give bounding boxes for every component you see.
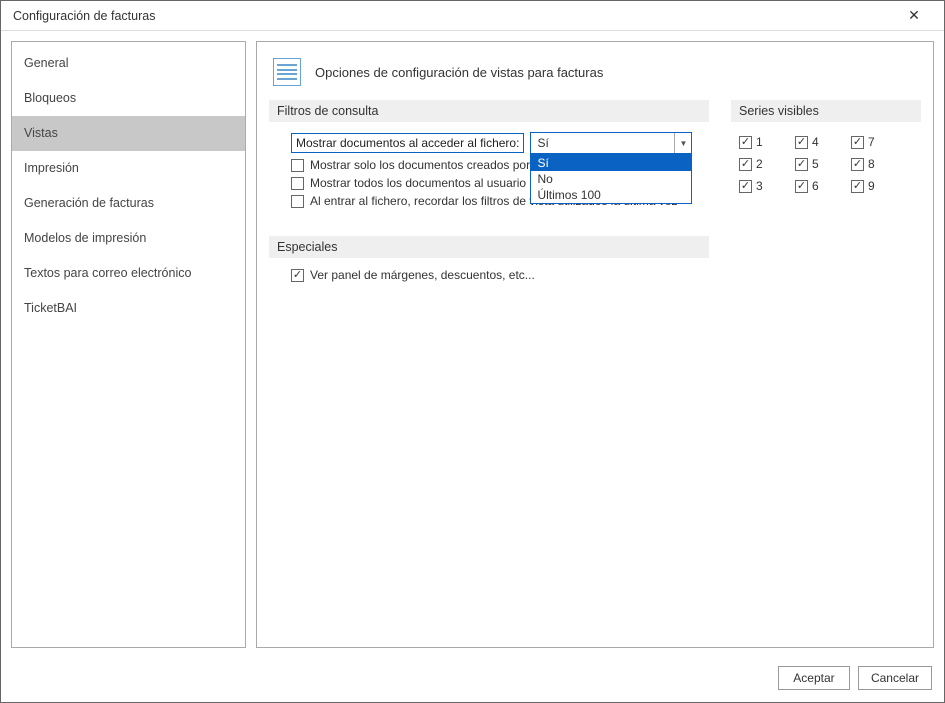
series-checkbox-4[interactable] [795,136,808,149]
series-grid: 1 2 3 4 5 6 7 8 9 [731,132,921,196]
page-header: Opciones de configuración de vistas para… [269,52,921,100]
column-right: Series visibles 1 2 3 4 5 6 7 8 9 [731,100,921,292]
margins-panel-checkbox[interactable] [291,269,304,282]
series-item-1: 1 [739,132,791,152]
specials-block: Ver panel de márgenes, descuentos, etc..… [269,268,709,292]
series-label: 8 [868,157,875,171]
series-label: 6 [812,179,819,193]
show-docs-option-1[interactable]: No [531,171,691,187]
all-to-user-label: Mostrar todos los documentos al usuario [310,176,526,190]
sidebar-item-2[interactable]: Vistas [12,116,245,151]
series-item-7: 7 [851,132,903,152]
sidebar: GeneralBloqueosVistasImpresiónGeneración… [11,41,246,648]
remember-filters-checkbox[interactable] [291,195,304,208]
only-own-checkbox[interactable] [291,159,304,172]
series-checkbox-2[interactable] [739,158,752,171]
series-label: 9 [868,179,875,193]
section-series: Series visibles 1 2 3 4 5 6 7 8 9 [731,100,921,196]
series-checkbox-7[interactable] [851,136,864,149]
series-label: 2 [756,157,763,171]
show-docs-label: Mostrar documentos al acceder al fichero… [291,133,524,153]
chevron-down-icon: ▼ [674,133,691,153]
filters-header: Filtros de consulta [269,100,709,122]
series-item-2: 2 [739,154,791,174]
cancel-button[interactable]: Cancelar [858,666,932,690]
series-item-4: 4 [795,132,847,152]
show-docs-option-2[interactable]: Últimos 100 [531,187,691,203]
margins-panel-row: Ver panel de márgenes, descuentos, etc..… [291,268,699,282]
sidebar-item-3[interactable]: Impresión [12,151,245,186]
series-checkbox-9[interactable] [851,180,864,193]
only-own-label: Mostrar solo los documentos creados por [310,158,530,172]
content-columns: Filtros de consulta Mostrar documentos a… [269,100,921,292]
close-icon[interactable]: ✕ [894,7,934,24]
window-title: Configuración de facturas [13,9,894,23]
sidebar-item-4[interactable]: Generación de facturas [12,186,245,221]
series-item-6: 6 [795,176,847,196]
series-label: 4 [812,135,819,149]
sidebar-item-1[interactable]: Bloqueos [12,81,245,116]
series-label: 1 [756,135,763,149]
dialog-body: GeneralBloqueosVistasImpresiónGeneración… [1,31,944,658]
specials-header: Especiales [269,236,709,258]
document-icon [273,58,301,86]
show-docs-row: Mostrar documentos al acceder al fichero… [291,132,699,154]
sidebar-item-7[interactable]: TicketBAI [12,291,245,326]
accept-button[interactable]: Aceptar [778,666,850,690]
all-to-user-checkbox[interactable] [291,177,304,190]
show-docs-value: Sí [537,136,548,150]
show-docs-option-0[interactable]: Sí [531,155,691,171]
series-label: 5 [812,157,819,171]
series-header: Series visibles [731,100,921,122]
section-filters: Filtros de consulta Mostrar documentos a… [269,100,709,218]
series-checkbox-6[interactable] [795,180,808,193]
series-checkbox-1[interactable] [739,136,752,149]
page-title: Opciones de configuración de vistas para… [315,65,603,80]
margins-panel-label: Ver panel de márgenes, descuentos, etc..… [310,268,535,282]
series-label: 3 [756,179,763,193]
sidebar-item-6[interactable]: Textos para correo electrónico [12,256,245,291]
series-checkbox-3[interactable] [739,180,752,193]
filters-block: Mostrar documentos al acceder al fichero… [269,132,709,218]
series-label: 7 [868,135,875,149]
series-checkbox-5[interactable] [795,158,808,171]
show-docs-dropdown[interactable]: Sí ▼ SíNoÚltimos 100 [530,132,692,154]
dialog-footer: Aceptar Cancelar [1,658,944,702]
column-left: Filtros de consulta Mostrar documentos a… [269,100,709,292]
dialog-window: Configuración de facturas ✕ GeneralBloqu… [0,0,945,703]
series-item-3: 3 [739,176,791,196]
sidebar-item-0[interactable]: General [12,46,245,81]
series-item-5: 5 [795,154,847,174]
section-specials: Especiales Ver panel de márgenes, descue… [269,236,709,292]
titlebar: Configuración de facturas ✕ [1,1,944,31]
series-item-8: 8 [851,154,903,174]
series-item-9: 9 [851,176,903,196]
content-panel: Opciones de configuración de vistas para… [256,41,934,648]
show-docs-dropdown-list: SíNoÚltimos 100 [530,154,692,204]
series-checkbox-8[interactable] [851,158,864,171]
sidebar-item-5[interactable]: Modelos de impresión [12,221,245,256]
